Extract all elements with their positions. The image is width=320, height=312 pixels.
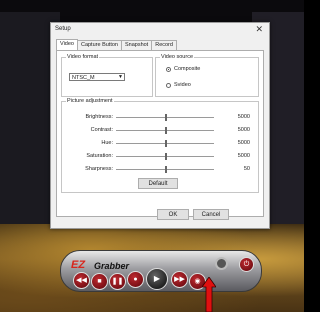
hue-label: Hue: <box>101 140 113 146</box>
slider-thumb[interactable] <box>165 114 167 121</box>
slider-thumb[interactable] <box>165 166 167 173</box>
radio-composite-label: Composite <box>174 66 201 72</box>
red-arrow-annotation <box>202 277 216 312</box>
hue-slider[interactable] <box>116 140 214 147</box>
pause-icon[interactable]: ❚❚ <box>109 273 126 290</box>
contrast-value: 5000 <box>237 127 250 133</box>
radio-svideo-label: Svideo <box>174 82 191 88</box>
ez-logo: EZ <box>71 259 86 271</box>
radio-composite[interactable]: Composite <box>166 66 200 72</box>
slider-thumb[interactable] <box>165 127 167 134</box>
radio-unselected-icon[interactable] <box>166 82 171 88</box>
contrast-row: Contrast: 5000 <box>62 126 258 136</box>
sharpness-slider[interactable] <box>116 166 214 173</box>
play-icon[interactable]: ▶ <box>146 268 168 290</box>
video-format-group: Video format NTSC_M ▼ <box>61 54 153 97</box>
dialog-title: Setup <box>55 26 71 32</box>
fast-forward-icon[interactable]: ▶▶ <box>171 271 188 288</box>
ez-grabber-toolbar: EZ Grabber ◀◀ ■ ❚❚ ● ▶ ▶▶ ◉ ⏻ <box>60 250 262 292</box>
saturation-value: 5000 <box>237 153 250 159</box>
radio-svideo[interactable]: Svideo <box>166 82 191 88</box>
video-format-select[interactable]: NTSC_M ▼ <box>69 73 125 81</box>
video-source-label: Video source <box>160 54 195 60</box>
close-icon[interactable]: ✕ <box>255 24 263 35</box>
saturation-slider[interactable] <box>116 153 214 160</box>
power-icon[interactable]: ⏻ <box>239 257 254 272</box>
contrast-slider[interactable] <box>116 127 214 134</box>
slider-thumb[interactable] <box>165 140 167 147</box>
contrast-label: Contrast: <box>90 127 113 133</box>
brightness-value: 5000 <box>237 114 250 120</box>
hue-row: Hue: 5000 <box>62 139 258 149</box>
sharpness-value: 50 <box>243 166 250 172</box>
record-icon[interactable]: ● <box>127 271 144 288</box>
default-button[interactable]: Default <box>138 178 178 189</box>
brightness-label: Brightness: <box>85 114 113 120</box>
ok-button[interactable]: OK <box>157 209 189 220</box>
video-format-label: Video format <box>66 54 100 60</box>
chevron-down-icon[interactable]: ▼ <box>117 74 124 80</box>
brightness-row: Brightness: 5000 <box>62 113 258 123</box>
video-tab-panel: Video format NTSC_M ▼ Video source Compo… <box>56 50 264 217</box>
video-format-value: NTSC_M <box>72 75 95 81</box>
settings-gear-icon[interactable] <box>215 257 228 270</box>
sharpness-label: Sharpness: <box>85 166 113 172</box>
hue-value: 5000 <box>237 140 250 146</box>
cancel-button[interactable]: Cancel <box>193 209 229 220</box>
tab-video[interactable]: Video <box>56 39 78 50</box>
setup-dialog: Setup ✕ Video Capture Button Snapshot Re… <box>50 22 270 229</box>
radio-selected-icon[interactable] <box>166 66 171 72</box>
ez-grabber-name: Grabber <box>94 261 130 271</box>
video-source-group: Video source Composite Svideo <box>155 54 259 97</box>
saturation-label: Saturation: <box>86 153 113 159</box>
rewind-icon[interactable]: ◀◀ <box>73 272 90 289</box>
sharpness-row: Sharpness: 50 <box>62 165 258 175</box>
picture-adjustment-group: Picture adjustment Brightness: 5000 Cont… <box>61 98 259 193</box>
picture-adjustment-label: Picture adjustment <box>66 98 114 104</box>
stop-icon[interactable]: ■ <box>91 273 108 290</box>
slider-thumb[interactable] <box>165 153 167 160</box>
brightness-slider[interactable] <box>116 114 214 121</box>
saturation-row: Saturation: 5000 <box>62 152 258 162</box>
